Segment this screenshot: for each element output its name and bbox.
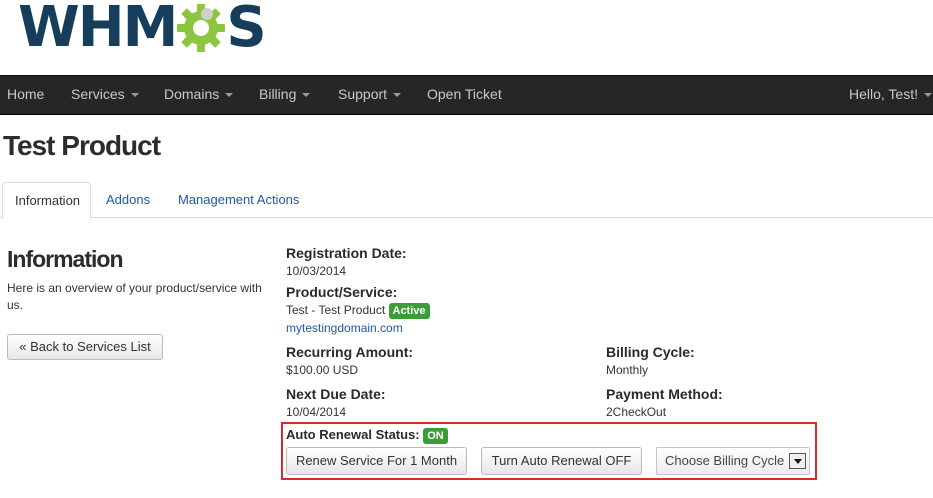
tab-information[interactable]: Information [2,182,91,219]
auto-renewal-status-badge: ON [423,427,448,444]
tab-addons[interactable]: Addons [94,182,162,218]
nav-services-label: Services [71,86,125,102]
next-due-date-label: Next Due Date: [286,386,386,402]
billing-cycle-value: Monthly [606,363,649,377]
nav-user-menu[interactable]: Hello, Test! [849,76,932,114]
nav-domains-label: Domains [164,86,220,102]
billing-cycle-label: Billing Cycle: [606,344,695,360]
nav-home[interactable]: Home [7,76,44,114]
gear-icon [177,4,226,52]
main-navbar: Home Services Domains Billing Support Op… [0,75,933,115]
dropdown-arrow-icon[interactable] [789,453,806,469]
status-badge: Active [388,303,430,319]
billing-cycle-select[interactable]: Choose Billing Cycle [656,447,810,475]
auto-renewal-row: Auto Renewal Status: ON [286,427,448,444]
whmcs-logo[interactable]: WHM S [18,0,267,60]
tab-information-label: Information [15,193,81,208]
nav-open-ticket[interactable]: Open Ticket [427,76,502,114]
section-heading: Information [7,246,123,272]
caret-down-icon [924,93,932,98]
caret-down-icon [225,93,234,98]
product-label: Product/Service: [286,284,398,300]
nav-support-label: Support [338,86,388,102]
caret-down-icon [130,93,139,98]
nav-support[interactable]: Support [338,76,402,114]
registration-date-value: 10/03/2014 [286,264,347,278]
billing-cycle-select-value: Choose Billing Cycle [665,453,785,468]
payment-method-label: Payment Method: [606,386,723,402]
product-value-row: Test - Test Product Active [286,303,430,319]
nav-domains[interactable]: Domains [164,76,234,114]
domain-link[interactable]: mytestingdomain.com [286,321,403,335]
user-greeting: Hello, Test! [849,86,918,102]
caret-down-icon [302,93,311,98]
auto-renewal-label: Auto Renewal Status: [286,427,420,442]
renew-service-button[interactable]: Renew Service For 1 Month [286,447,467,475]
tab-addons-label: Addons [106,192,151,207]
tab-bar: Information Addons Management Actions [0,182,933,219]
recurring-amount-value: $100.00 USD [286,363,359,377]
nav-home-label: Home [7,86,45,102]
payment-method-value: 2CheckOut [606,405,667,419]
logo-text-before: WHM [18,0,178,60]
logo-text-after: S [226,0,266,60]
caret-down-icon [393,93,402,98]
nav-billing-label: Billing [259,86,297,102]
section-description: Here is an overview of your product/serv… [7,281,262,312]
nav-services[interactable]: Services [71,76,139,114]
next-due-date-value: 10/04/2014 [286,405,347,419]
tab-management-actions[interactable]: Management Actions [166,182,311,218]
page-title: Test Product [3,130,161,161]
turn-auto-renewal-off-button[interactable]: Turn Auto Renewal OFF [481,447,642,475]
tab-management-actions-label: Management Actions [178,192,300,207]
nav-billing[interactable]: Billing [259,76,311,114]
recurring-amount-label: Recurring Amount: [286,344,414,360]
nav-open-ticket-label: Open Ticket [427,86,502,102]
registration-date-label: Registration Date: [286,245,407,261]
back-to-services-button[interactable]: « Back to Services List [7,334,163,360]
product-name: Test - Test Product [286,303,386,318]
